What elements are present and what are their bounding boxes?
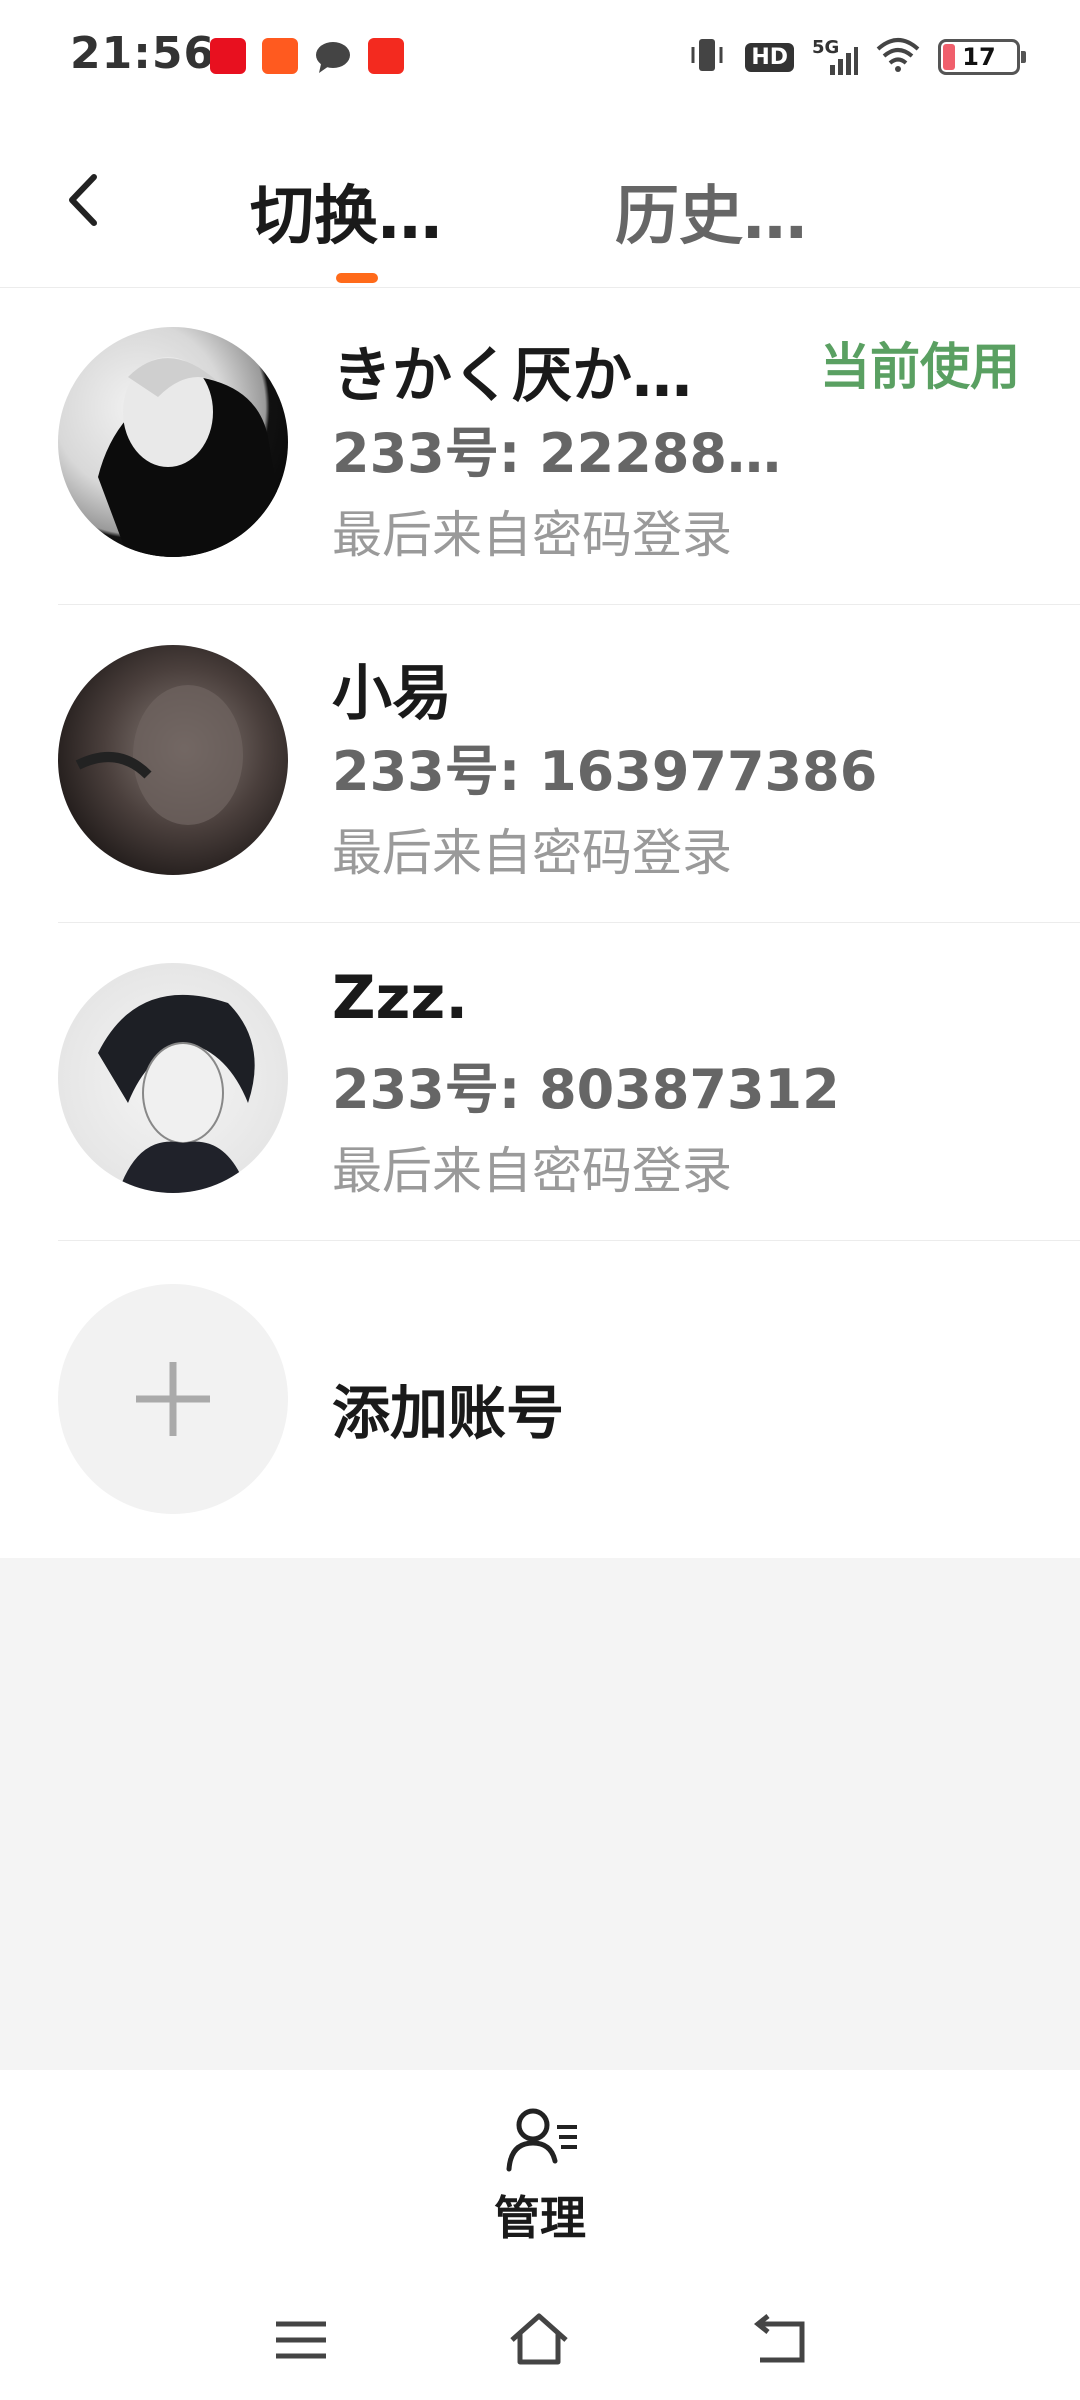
menu-button[interactable]: [268, 2310, 334, 2370]
account-id: 233号: 22288…: [332, 422, 781, 485]
manage-user-icon: [506, 2108, 577, 2172]
hd-badge: HD: [745, 42, 794, 72]
account-name: きかく厌か…: [332, 341, 692, 411]
video-app-icon: [262, 38, 298, 74]
account-login-method: 最后来自密码登录: [332, 506, 732, 564]
back-nav-icon: [753, 2314, 805, 2363]
message-icon: [315, 40, 351, 78]
home-button[interactable]: [506, 2310, 572, 2370]
vibrate-icon: [687, 37, 727, 77]
account-row[interactable]: Zzz. 233号: 80387312 最后来自密码登录: [0, 923, 1080, 1241]
signal-icon: 5G: [812, 37, 858, 77]
manage-label: 管理: [494, 2191, 586, 2245]
shopping-app-icon: [368, 38, 404, 74]
empty-area: [0, 1558, 1080, 2070]
avatar: [58, 645, 288, 875]
manage-button[interactable]: 管理: [0, 2070, 1080, 2270]
add-account-circle: [58, 1284, 288, 1514]
back-button[interactable]: [50, 165, 120, 235]
status-bar: 21:56 HD 5G 17: [0, 0, 1080, 115]
current-account-badge: 当前使用: [820, 338, 1020, 396]
back-arrow-icon: [69, 174, 97, 226]
status-time: 21:56: [70, 28, 216, 79]
battery-level: 17: [962, 43, 996, 71]
avatar: [58, 327, 288, 557]
back-nav-button[interactable]: [748, 2310, 814, 2370]
home-icon: [510, 2313, 568, 2365]
account-name: 小易: [332, 659, 452, 729]
tab-history[interactable]: 历史…: [615, 165, 807, 257]
account-row[interactable]: 小易 233号: 163977386 最后来自密码登录: [0, 605, 1080, 923]
menu-icon: [276, 2321, 326, 2359]
avatar: [58, 963, 288, 1193]
account-login-method: 最后来自密码登录: [332, 824, 732, 882]
account-name: Zzz.: [332, 963, 469, 1033]
wifi-icon: [876, 37, 920, 77]
add-account-label: 添加账号: [332, 1379, 565, 1447]
notification-app-icon: [210, 38, 246, 74]
header: 切换… 历史…: [0, 115, 1080, 288]
system-navigation-bar: [0, 2270, 1080, 2400]
tab-switch[interactable]: 切换…: [250, 165, 442, 257]
status-indicators: HD 5G 17: [687, 32, 1026, 82]
plus-icon: [136, 1362, 210, 1436]
battery-indicator: 17: [938, 39, 1026, 75]
tab-active-indicator: [336, 273, 378, 283]
account-row[interactable]: きかく厌か… 233号: 22288… 最后来自密码登录 当前使用: [0, 287, 1080, 605]
battery-tip: [1021, 51, 1026, 63]
add-account-button[interactable]: 添加账号: [0, 1240, 1080, 1558]
account-id: 233号: 163977386: [332, 740, 878, 803]
account-id: 233号: 80387312: [332, 1058, 840, 1121]
account-login-method: 最后来自密码登录: [332, 1142, 732, 1200]
